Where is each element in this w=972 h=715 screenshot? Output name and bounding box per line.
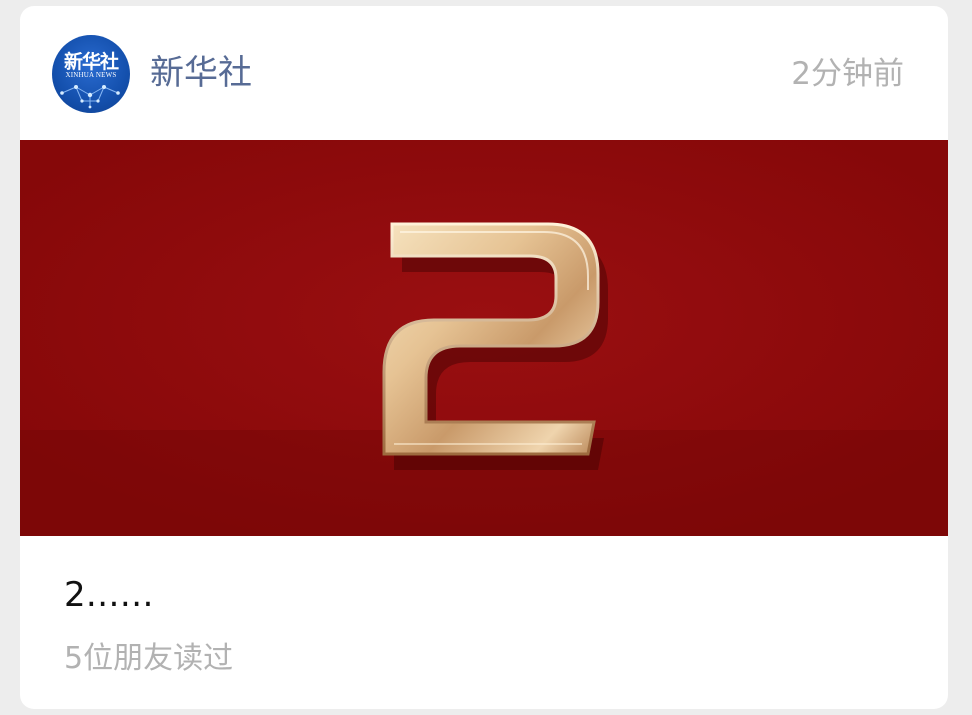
account-avatar[interactable]: 新华社 XINHUA NEWS [52, 35, 130, 113]
article-title[interactable]: 2…… [64, 574, 154, 616]
post-timestamp: 2分钟前 [791, 56, 904, 92]
gold-numeral-two-graphic [20, 140, 948, 536]
friends-read-count: 5位朋友读过 [64, 641, 234, 676]
logo-wordmark: 新华社 [63, 51, 119, 73]
cover-image[interactable] [20, 140, 948, 536]
account-name[interactable]: 新华社 [150, 53, 252, 93]
logo-subtext: XINHUA NEWS [65, 71, 117, 79]
card-header: 新华社 XINHUA NEWS 新华社 2分钟前 [20, 6, 948, 140]
article-card[interactable]: 新华社 XINHUA NEWS 新华社 2分钟前 2…… 5位朋友读过 [20, 6, 948, 709]
